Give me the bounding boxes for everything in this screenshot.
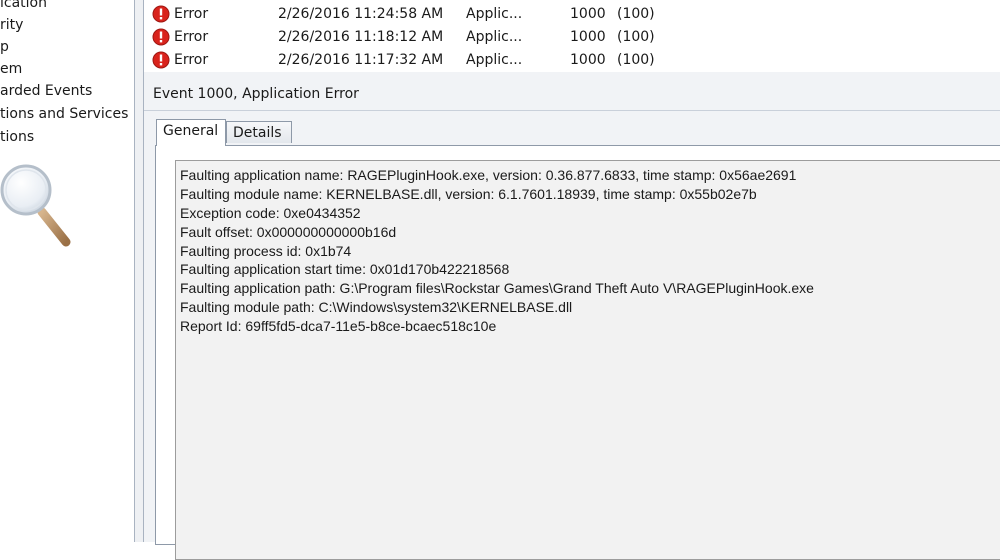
description-line: Faulting module name: KERNELBASE.dll, ve… <box>180 185 757 202</box>
event-row[interactable]: Error 2/26/2016 11:17:32 AM Applic... 10… <box>144 48 1000 71</box>
event-details-pane: Event 1000, Application Error General De… <box>144 72 1000 560</box>
event-task: (100) <box>617 29 655 45</box>
event-row[interactable]: Error 2/26/2016 11:18:12 AM Applic... 10… <box>144 25 1000 48</box>
tab-details[interactable]: Details <box>226 121 292 143</box>
tree-item-security[interactable]: rity <box>0 14 23 36</box>
tree-item-system[interactable]: em <box>0 58 22 80</box>
navigation-tree: ication rity p em arded Events tions and… <box>0 0 134 542</box>
event-list: Error 2/26/2016 11:24:58 AM Applic... 10… <box>144 0 1000 73</box>
description-line: Report Id: 69ff5fd5-dca7-11e5-b8ce-bcaec… <box>180 318 497 335</box>
tree-item-subscriptions[interactable]: tions <box>0 126 34 148</box>
tree-item-applications-services[interactable]: tions and Services Lo <box>0 103 134 125</box>
event-level: Error <box>174 6 209 22</box>
event-task: (100) <box>617 52 655 68</box>
general-tab-panel: Faulting application name: RAGEPluginHoo… <box>155 145 1000 560</box>
event-task: (100) <box>617 6 655 22</box>
event-id: 1000 <box>570 52 606 68</box>
description-line: Faulting application start time: 0x01d17… <box>180 261 510 278</box>
event-source: Applic... <box>466 6 523 22</box>
event-level: Error <box>174 29 209 45</box>
event-source: Applic... <box>466 52 523 68</box>
description-line: Exception code: 0xe0434352 <box>180 204 361 221</box>
description-line: Faulting application path: G:\Program fi… <box>180 280 814 297</box>
description-line: Faulting module path: C:\Windows\system3… <box>180 299 573 316</box>
event-date: 2/26/2016 11:24:58 AM <box>278 6 444 22</box>
details-title: Event 1000, Application Error <box>153 86 359 102</box>
event-id: 1000 <box>570 29 606 45</box>
event-row[interactable]: Error 2/26/2016 11:24:58 AM Applic... 10… <box>144 2 1000 25</box>
tree-item-application[interactable]: ication <box>0 0 47 14</box>
error-icon <box>152 28 170 46</box>
event-date: 2/26/2016 11:18:12 AM <box>278 29 444 45</box>
pane-splitter[interactable] <box>134 0 144 542</box>
event-description-box[interactable]: Faulting application name: RAGEPluginHoo… <box>175 160 1000 560</box>
tree-item-setup[interactable]: p <box>0 36 9 58</box>
magnifier-icon <box>0 164 71 247</box>
event-date: 2/26/2016 11:17:32 AM <box>278 52 444 68</box>
error-icon <box>152 51 170 69</box>
tab-general[interactable]: General <box>156 119 226 146</box>
description-line: Fault offset: 0x000000000000b16d <box>180 223 397 240</box>
tree-item-forwarded-events[interactable]: arded Events <box>0 80 92 102</box>
description-line: Faulting application name: RAGEPluginHoo… <box>180 167 797 183</box>
description-line: Faulting process id: 0x1b74 <box>180 242 352 259</box>
details-header: Event 1000, Application Error <box>144 76 1000 111</box>
event-source: Applic... <box>466 29 523 45</box>
event-level: Error <box>174 52 209 68</box>
error-icon <box>152 5 170 23</box>
event-id: 1000 <box>570 6 606 22</box>
